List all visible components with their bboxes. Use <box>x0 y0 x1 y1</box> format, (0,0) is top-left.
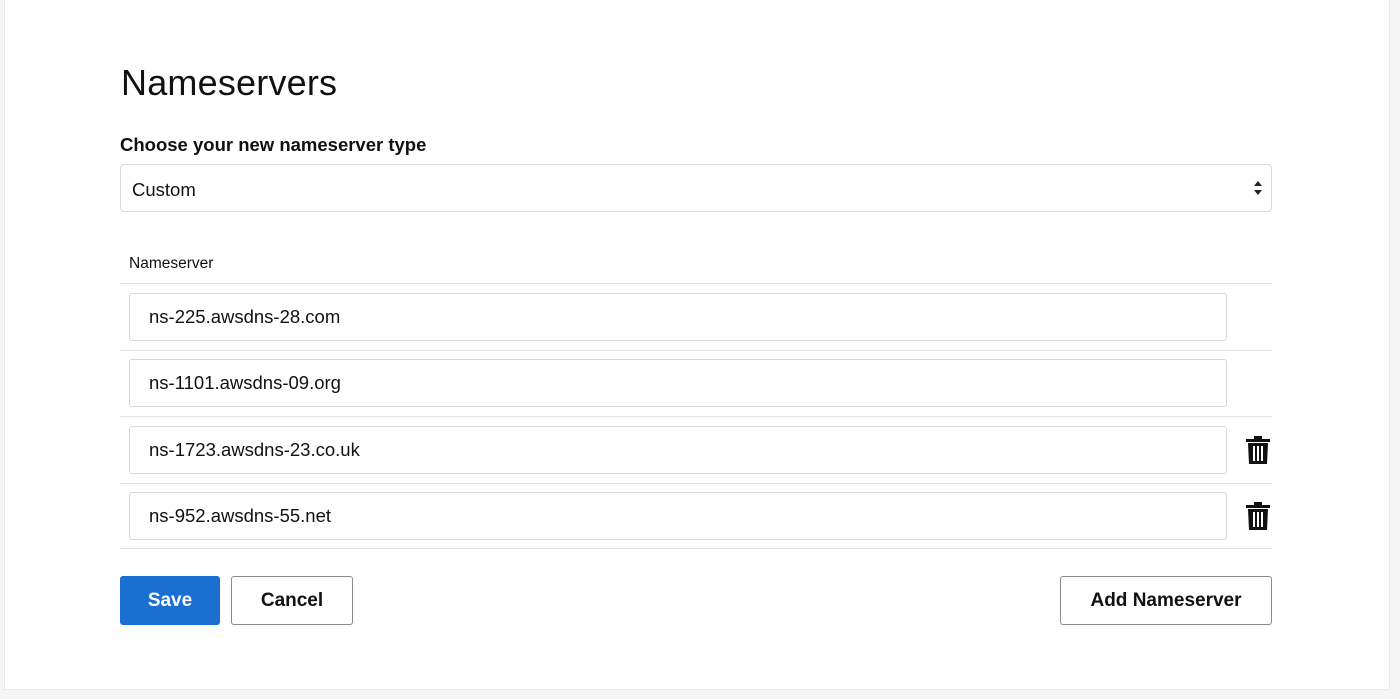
divider <box>120 483 1272 484</box>
nameservers-panel: Nameservers Choose your new nameserver t… <box>4 0 1390 690</box>
nameserver-input-3[interactable] <box>129 426 1227 474</box>
page-title: Nameservers <box>121 62 338 103</box>
nameserver-input-1[interactable] <box>129 293 1227 341</box>
nameserver-type-select[interactable]: Custom <box>120 164 1272 212</box>
nameserver-type-label: Choose your new nameserver type <box>120 134 427 155</box>
nameserver-input-2[interactable] <box>129 359 1227 407</box>
divider <box>120 350 1272 351</box>
divider <box>120 548 1272 549</box>
trash-icon[interactable] <box>1246 436 1270 464</box>
save-button[interactable]: Save <box>120 576 220 625</box>
trash-icon[interactable] <box>1246 502 1270 530</box>
divider <box>120 416 1272 417</box>
divider <box>120 283 1272 284</box>
add-nameserver-button[interactable]: Add Nameserver <box>1060 576 1272 625</box>
cancel-button[interactable]: Cancel <box>231 576 353 625</box>
nameserver-type-value: Custom <box>132 179 196 200</box>
nameserver-column-header: Nameserver <box>129 255 214 272</box>
nameserver-input-4[interactable] <box>129 492 1227 540</box>
select-arrows-icon <box>1254 181 1262 195</box>
